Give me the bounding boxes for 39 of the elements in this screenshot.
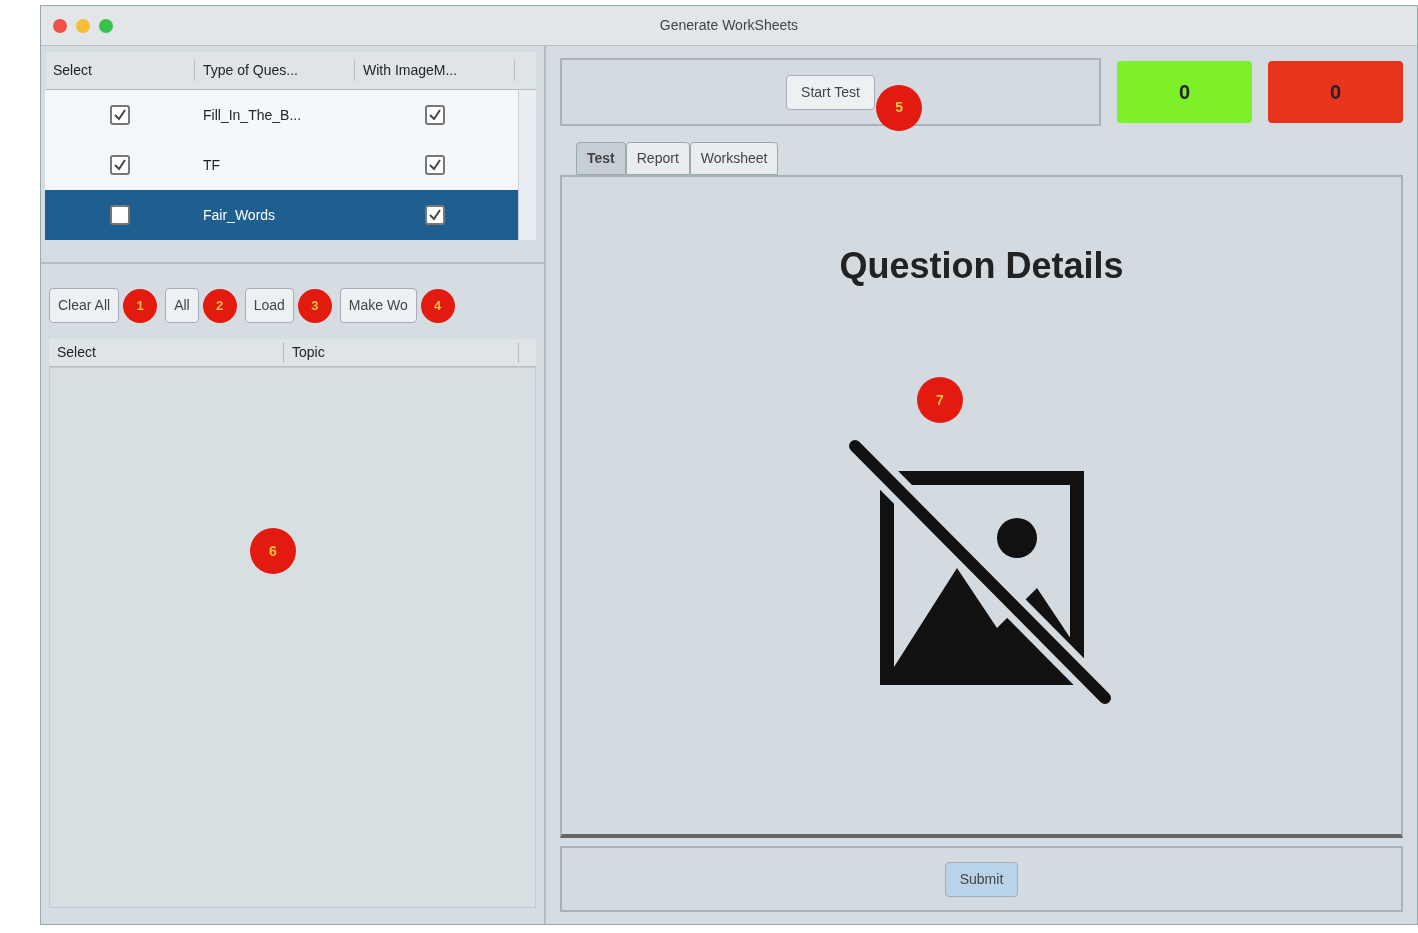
checkbox[interactable] — [110, 155, 130, 175]
toolbar-button[interactable]: Load — [244, 288, 294, 323]
checkbox[interactable] — [425, 105, 445, 125]
toolbar-button[interactable]: All — [165, 288, 199, 323]
number-marker: 5 — [876, 84, 923, 131]
number-marker: 7 — [917, 377, 963, 423]
table-row[interactable]: TF — [45, 140, 520, 190]
number-marker: 3 — [297, 288, 332, 323]
checkbox[interactable] — [425, 205, 445, 225]
column-header: Type of Ques... — [195, 60, 355, 81]
number-marker: 4 — [420, 288, 455, 323]
column-header: Topic — [284, 342, 519, 363]
number-marker: 1 — [123, 288, 158, 323]
toolbar-button[interactable]: Make Wo — [339, 288, 417, 323]
table-cell-text: Fair_Words — [202, 205, 277, 225]
checkbox[interactable] — [425, 155, 445, 175]
checkbox[interactable] — [110, 105, 130, 125]
start-button[interactable]: Start Test — [786, 74, 875, 110]
column-header: Select — [45, 60, 195, 81]
table-cell-text: TF — [202, 155, 222, 175]
table-row[interactable]: Fair_Words — [45, 190, 520, 240]
number-marker: 2 — [202, 288, 237, 323]
scrollbar[interactable] — [518, 90, 536, 240]
tab[interactable]: Test — [576, 142, 626, 175]
tab[interactable]: Report — [625, 142, 690, 175]
submit-button[interactable]: Submit — [944, 861, 1019, 897]
window-control-icon[interactable] — [53, 18, 67, 33]
table-row[interactable]: Fill_In_The_B... — [45, 90, 520, 140]
column-header: With ImageM... — [355, 60, 515, 81]
toolbar-button[interactable]: Clear All — [49, 288, 120, 323]
score-counter: 0 — [1268, 61, 1403, 123]
score-counter: 0 — [1117, 61, 1252, 123]
number-marker: 6 — [250, 528, 296, 574]
section-heading: Question Details — [839, 244, 1124, 288]
checkbox[interactable] — [110, 205, 130, 225]
column-header: Select — [49, 342, 284, 363]
table-cell-text: Fill_In_The_B... — [202, 105, 303, 125]
window-title: Generate WorkSheets — [659, 16, 799, 35]
tab[interactable]: Worksheet — [689, 142, 779, 175]
